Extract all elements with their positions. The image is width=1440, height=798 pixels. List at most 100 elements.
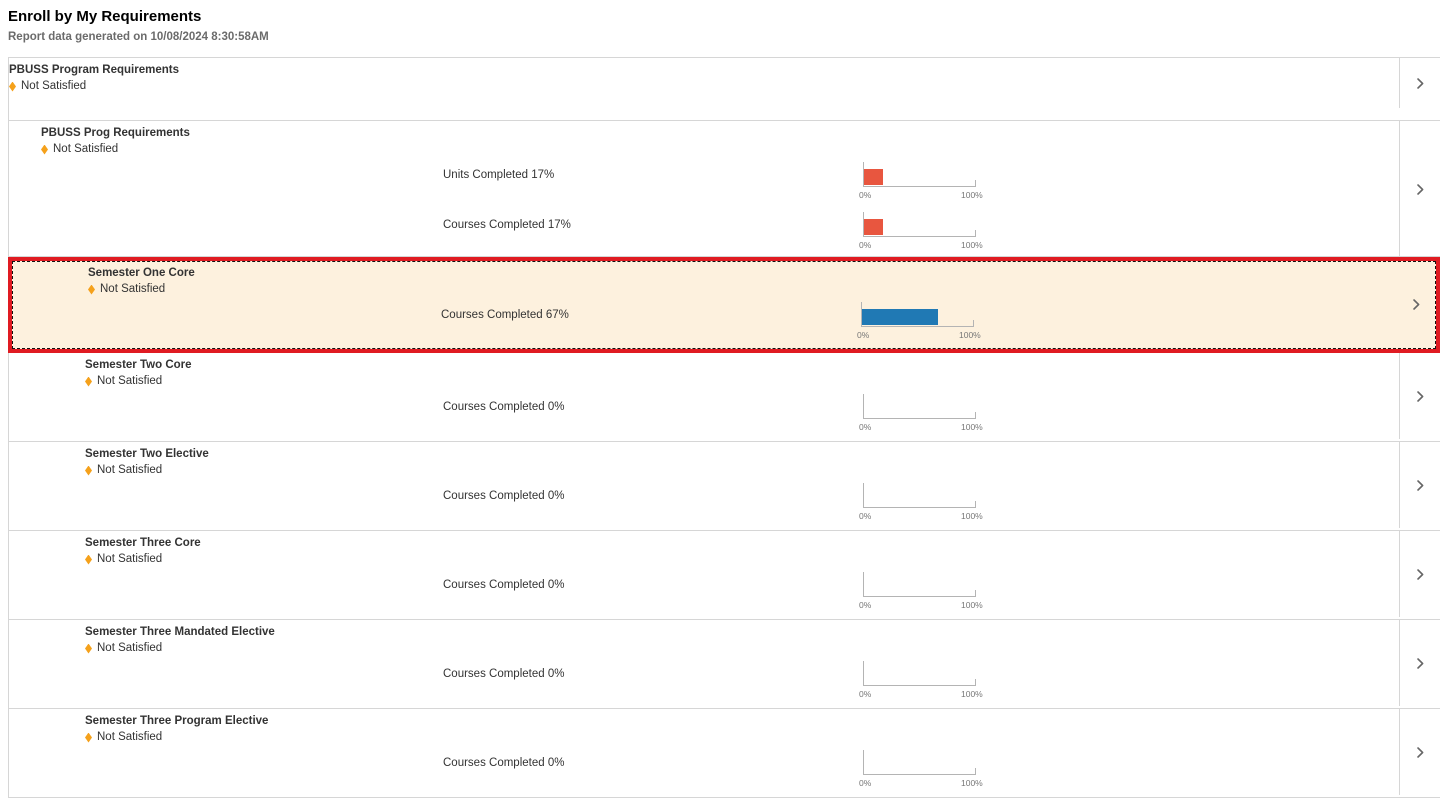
- progress-gauge: 0%100%: [855, 656, 979, 702]
- metric-label-text: Courses Completed 0%: [443, 489, 564, 503]
- requirement-section[interactable]: Semester One CoreNot SatisfiedCourses Co…: [8, 257, 1440, 353]
- page-title: Enroll by My Requirements: [8, 8, 1440, 26]
- metric-label-text: Courses Completed 0%: [443, 400, 564, 414]
- gauge-min-label: 0%: [859, 240, 871, 250]
- requirement-section[interactable]: PBUSS Program RequirementsNot Satisfied: [9, 58, 1440, 121]
- gauge-min-label: 0%: [859, 689, 871, 699]
- requirement-status: Not Satisfied: [88, 282, 1436, 297]
- metric-list: Courses Completed 0%0%100%: [85, 656, 1440, 706]
- gauge-min-label: 0%: [859, 190, 871, 200]
- progress-gauge: 0%100%: [855, 745, 979, 791]
- expand-section-button[interactable]: [1399, 442, 1440, 528]
- gauge-tick-min: [863, 394, 864, 419]
- chevron-right-icon: [1417, 184, 1424, 195]
- gauge-min-label: 0%: [859, 778, 871, 788]
- diamond-icon: [88, 285, 95, 295]
- requirement-status: Not Satisfied: [85, 463, 1440, 478]
- metric-label-text: Courses Completed 0%: [443, 667, 564, 681]
- requirement-section[interactable]: Semester Two ElectiveNot SatisfiedCourse…: [9, 442, 1440, 531]
- gauge-max-label: 100%: [961, 689, 983, 699]
- requirement-heading: Semester Three Program ElectiveNot Satis…: [85, 709, 1440, 745]
- requirement-status: Not Satisfied: [85, 374, 1440, 389]
- expand-section-button[interactable]: [1399, 709, 1440, 795]
- gauge-axis: [863, 507, 976, 508]
- gauge-axis: [863, 236, 976, 237]
- requirement-section[interactable]: Semester Two CoreNot Satisfied Courses Co…: [9, 353, 1440, 442]
- gauge-tick-min: [863, 572, 864, 597]
- diamond-icon: [41, 145, 48, 155]
- gauge-tick-max: [975, 230, 976, 237]
- chevron-right-icon: [1417, 569, 1424, 580]
- metric-list: Courses Completed 0% 0%100%: [85, 745, 1440, 795]
- requirement-section[interactable]: Semester Three Mandated ElectiveNot Sati…: [9, 620, 1440, 709]
- progress-gauge: 0%100%: [855, 478, 979, 524]
- page-header: Enroll by My Requirements Report data ge…: [0, 0, 1440, 44]
- requirement-section-body: Semester Two CoreNot Satisfied Courses Co…: [85, 353, 1440, 439]
- expand-section-button[interactable]: [1399, 121, 1440, 257]
- expand-section-button[interactable]: [1399, 620, 1440, 706]
- expand-section-button[interactable]: [1399, 353, 1440, 439]
- gauge-bar: [864, 169, 883, 185]
- requirement-section-body: PBUSS Prog RequirementsNot SatisfiedUnit…: [41, 121, 1440, 257]
- gauge-min-label: 0%: [859, 600, 871, 610]
- gauge-tick-max: [975, 768, 976, 775]
- requirement-heading: PBUSS Program RequirementsNot Satisfied: [9, 58, 1440, 94]
- requirement-status: Not Satisfied: [9, 79, 1440, 94]
- metric-list: Courses Completed 0% 0%100%: [85, 478, 1440, 528]
- gauge-min-label: 0%: [859, 511, 871, 521]
- diamond-icon: [85, 733, 92, 743]
- requirement-status: Not Satisfied: [85, 730, 1440, 745]
- requirement-section[interactable]: PBUSS Prog RequirementsNot SatisfiedUnit…: [9, 121, 1440, 257]
- metric-label-text: Courses Completed 0%: [443, 578, 564, 592]
- requirement-section-body: Semester Two ElectiveNot SatisfiedCourse…: [85, 442, 1440, 528]
- requirement-section-body: Semester One CoreNot SatisfiedCourses Co…: [88, 261, 1436, 347]
- metric-label-text: Courses Completed 0%: [443, 756, 564, 770]
- gauge-tick-max: [973, 320, 974, 327]
- gauge-axis: [863, 685, 976, 686]
- gauge-max-label: 100%: [961, 422, 983, 432]
- metric-row: Courses Completed 0%0%100%: [85, 656, 1440, 706]
- requirement-heading: Semester One CoreNot Satisfied: [88, 261, 1436, 297]
- metric-row: Courses Completed 67%0%100%: [88, 297, 1436, 347]
- requirement-section[interactable]: Semester Three Program ElectiveNot Satis…: [9, 709, 1440, 798]
- requirement-name: Semester Two Elective: [85, 447, 1440, 462]
- gauge-max-label: 100%: [961, 190, 983, 200]
- metric-label-text: Courses Completed 17%: [443, 218, 571, 232]
- gauge-axis: [863, 596, 976, 597]
- metric-row: Units Completed 17%0%100%: [41, 157, 1440, 207]
- chevron-right-icon: [1417, 78, 1424, 89]
- requirement-status: Not Satisfied: [85, 641, 1440, 656]
- expand-section-button[interactable]: [1396, 261, 1436, 347]
- gauge-max-label: 100%: [961, 240, 983, 250]
- requirement-name: Semester One Core: [88, 266, 1436, 281]
- requirements-list: PBUSS Program RequirementsNot Satisfied P…: [8, 57, 1440, 798]
- chevron-right-icon: [1417, 391, 1424, 402]
- requirement-status: Not Satisfied: [85, 552, 1440, 567]
- requirement-status-label: Not Satisfied: [21, 79, 86, 94]
- gauge-axis: [863, 186, 976, 187]
- requirement-section-body: Semester Three Mandated ElectiveNot Sati…: [85, 620, 1440, 706]
- gauge-tick-min: [863, 483, 864, 508]
- gauge-tick-max: [975, 590, 976, 597]
- metric-list: Units Completed 17%0%100%Courses Complet…: [41, 157, 1440, 257]
- expand-section-button[interactable]: [1399, 531, 1440, 617]
- metric-list: Courses Completed 0%0%100%: [85, 567, 1440, 617]
- diamond-icon: [85, 644, 92, 654]
- gauge-axis: [861, 326, 974, 327]
- metric-row: Courses Completed 0% 0%100%: [85, 745, 1440, 795]
- gauge-bar: [862, 309, 938, 325]
- gauge-tick-max: [975, 501, 976, 508]
- requirement-section-body: PBUSS Program RequirementsNot Satisfied: [9, 58, 1440, 108]
- gauge-tick-min: [863, 661, 864, 686]
- requirement-section[interactable]: Semester Three CoreNot SatisfiedCourses …: [9, 531, 1440, 620]
- expand-section-button[interactable]: [1399, 58, 1440, 108]
- requirement-section-body: Semester Three Program ElectiveNot Satis…: [85, 709, 1440, 795]
- chevron-right-icon: [1417, 480, 1424, 491]
- metric-list: Courses Completed 67%0%100%: [88, 297, 1436, 347]
- gauge-axis: [863, 774, 976, 775]
- requirement-heading: Semester Three Mandated ElectiveNot Sati…: [85, 620, 1440, 656]
- metric-row: Courses Completed 0% 0%100%: [85, 478, 1440, 528]
- requirement-status-label: Not Satisfied: [100, 282, 165, 297]
- metric-row: Courses Completed 17% 0% 100%: [41, 207, 1440, 257]
- requirement-heading: Semester Two CoreNot Satisfied: [85, 353, 1440, 389]
